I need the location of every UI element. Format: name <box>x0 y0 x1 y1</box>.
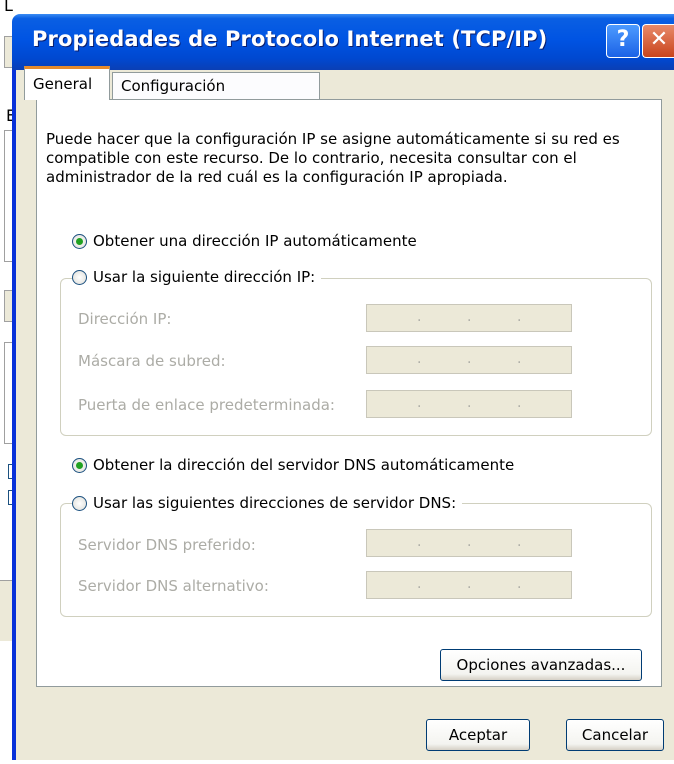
preferred-dns-input[interactable]: . . . <box>366 529 572 557</box>
advanced-options-button[interactable]: Opciones avanzadas... <box>440 649 642 681</box>
label-subnet-mask: Máscara de subred: <box>78 352 226 370</box>
ip-dot: . <box>517 576 522 592</box>
cancel-button[interactable]: Cancelar <box>566 719 664 751</box>
default-gateway-input[interactable]: . . . <box>366 390 572 418</box>
ip-dot: . <box>517 351 522 367</box>
label-alternate-dns: Servidor DNS alternativo: <box>78 577 269 595</box>
radio-selected-icon <box>72 233 87 249</box>
tab-label: General <box>33 75 93 93</box>
close-button[interactable]: ✕ <box>642 24 674 58</box>
intro-text: Puede hacer que la configuración IP se a… <box>46 130 620 186</box>
radio-ip-manual[interactable]: Usar la siguiente dirección IP: <box>72 268 322 286</box>
radio-ip-auto[interactable]: Obtener una dirección IP automáticamente <box>72 232 423 250</box>
ip-dot: . <box>467 309 472 325</box>
ip-dot: . <box>517 534 522 550</box>
ok-button[interactable]: Aceptar <box>426 719 530 751</box>
ip-dot: . <box>467 534 472 550</box>
ip-dot: . <box>517 309 522 325</box>
radio-dns-manual[interactable]: Usar las siguientes direcciones de servi… <box>72 494 463 512</box>
dns-manual-group <box>60 503 652 617</box>
ip-dot: . <box>417 395 422 411</box>
radio-dns-auto[interactable]: Obtener la dirección del servidor DNS au… <box>72 456 521 474</box>
ip-dot: . <box>467 576 472 592</box>
ip-dot: . <box>417 309 422 325</box>
dialog-title: Propiedades de Protocolo Internet (TCP/I… <box>32 27 548 51</box>
subnet-mask-input[interactable]: . . . <box>366 346 572 374</box>
ip-dot: . <box>467 395 472 411</box>
ip-dot: . <box>467 351 472 367</box>
radio-unselected-icon <box>72 495 87 511</box>
label-ip-address: Dirección IP: <box>78 310 172 328</box>
ip-dot: . <box>517 395 522 411</box>
radio-label: Usar las siguientes direcciones de servi… <box>93 494 457 512</box>
alternate-dns-input[interactable]: . . . <box>366 571 572 599</box>
radio-unselected-icon <box>72 269 87 285</box>
label-default-gateway: Puerta de enlace predeterminada: <box>78 396 335 414</box>
radio-label: Obtener la dirección del servidor DNS au… <box>93 456 515 474</box>
radio-selected-icon <box>72 457 87 473</box>
help-button[interactable]: ? <box>606 24 640 58</box>
question-icon: ? <box>616 27 630 52</box>
ip-address-input[interactable]: . . . <box>366 304 572 332</box>
tab-configuracion-alternativa[interactable]: Configuración alternativa <box>112 72 320 121</box>
ip-dot: . <box>417 351 422 367</box>
tab-general[interactable]: General <box>24 66 110 100</box>
background-text-fragment: L <box>4 0 13 15</box>
radio-label: Obtener una dirección IP automáticamente <box>93 232 417 250</box>
ip-dot: . <box>417 576 422 592</box>
title-bar[interactable]: Propiedades de Protocolo Internet (TCP/I… <box>12 14 674 70</box>
radio-label: Usar la siguiente dirección IP: <box>93 268 316 286</box>
ip-dot: . <box>417 534 422 550</box>
label-preferred-dns: Servidor DNS preferido: <box>78 536 256 554</box>
close-icon: ✕ <box>649 27 669 52</box>
